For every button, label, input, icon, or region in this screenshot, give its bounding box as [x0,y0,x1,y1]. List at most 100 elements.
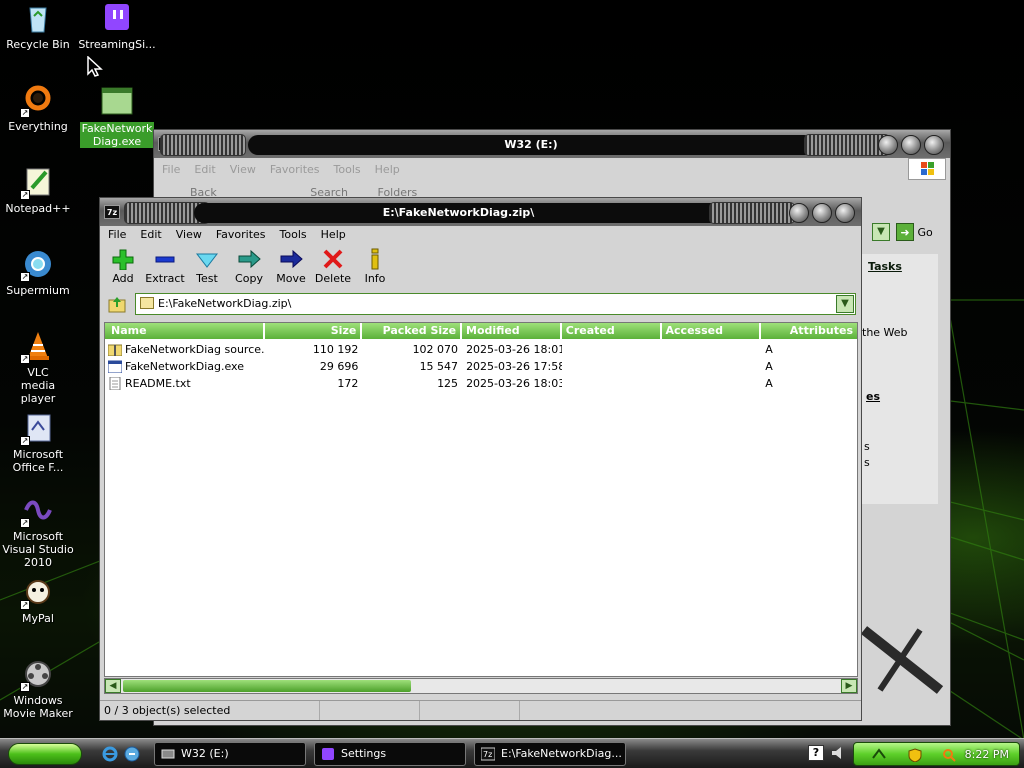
desktop-icon-vlc[interactable]: ↗ VLC media player [0,330,78,405]
sevenzip-titlebar[interactable]: 7z E:\FakeNetworkDiag.zip\ [100,198,861,226]
desktop-quicklaunch-icon[interactable] [124,746,140,762]
taskbar-button-7zip[interactable]: 7z E:\FakeNetworkDiag... [474,742,626,766]
clock[interactable]: 8:22 PM [965,743,1009,767]
table-row[interactable]: FakeNetworkDiag source.zip 110 192 102 0… [105,341,857,358]
copy-button[interactable]: Copy [228,248,270,285]
close-button[interactable] [924,135,944,155]
svg-text:7z: 7z [483,750,492,759]
horizontal-scrollbar[interactable]: ◀ ▶ [104,678,858,694]
shortcut-arrow-icon: ↗ [20,436,30,446]
tray-network-icon[interactable] [872,748,886,762]
delete-button[interactable]: Delete [312,248,354,285]
menu-view[interactable]: View [228,161,258,179]
move-label: Move [276,272,306,285]
go-button[interactable]: ➜ Go [896,223,933,241]
close-button[interactable] [835,203,855,223]
tray-security-shield-icon[interactable] [908,748,922,763]
column-header-attributes[interactable]: Attributes [761,323,857,339]
scroll-thumb[interactable] [123,680,411,692]
column-header-packed-size[interactable]: Packed Size [362,323,463,339]
mouse-cursor-icon [86,55,104,81]
status-pane [420,701,520,720]
info-label: Info [364,272,386,285]
move-button[interactable]: Move [270,248,312,285]
add-button[interactable]: Add [102,248,144,285]
sevenzip-menubar: File Edit View Favorites Tools Help [100,226,861,244]
menu-tools[interactable]: Tools [332,161,363,179]
pane-item[interactable]: s [864,440,870,453]
extract-button[interactable]: Extract [144,248,186,285]
taskbar-button-w32[interactable]: W32 (E:) [154,742,306,766]
column-header-modified[interactable]: Modified [462,323,562,339]
desktop-icon-msoffice[interactable]: ↗ Microsoft Office F... [0,412,78,474]
test-label: Test [196,272,218,285]
desktop-icon-movie-maker[interactable]: ↗ Windows Movie Maker [0,658,78,720]
taskbar-button-label: Settings [341,747,387,760]
desktop-icon-mypal[interactable]: ↗ MyPal [0,576,78,625]
address-dropdown-button[interactable]: ▼ [836,295,854,313]
test-button[interactable]: Test [186,248,228,285]
desktop-icon-recycle-bin[interactable]: Recycle Bin [0,2,78,51]
start-button[interactable] [8,743,82,765]
scroll-left-button[interactable]: ◀ [105,679,121,693]
minimize-button[interactable] [878,135,898,155]
menu-view[interactable]: View [174,226,204,244]
volume-icon[interactable] [830,745,846,761]
taskbar-button-settings[interactable]: Settings [314,742,466,766]
up-folder-icon [108,297,126,313]
exe-window-icon [101,86,133,118]
menu-tools[interactable]: Tools [278,226,309,244]
address-dropdown-button[interactable]: ▼ [872,223,890,241]
scroll-right-button[interactable]: ▶ [841,679,857,693]
minimize-button[interactable] [789,203,809,223]
cell-attributes: A [765,343,773,356]
menu-edit[interactable]: Edit [138,226,163,244]
sevenzip-window[interactable]: 7z E:\FakeNetworkDiag.zip\ File Edit Vie… [99,197,862,721]
desktop-icon-visual-studio[interactable]: ↗ Microsoft Visual Studio 2010 [0,494,78,569]
up-folder-button[interactable] [107,295,129,313]
column-header-size[interactable]: Size [265,323,363,339]
places-heading[interactable]: es [866,390,880,403]
explorer-titlebar[interactable]: W W32 (E:) [154,130,950,158]
everything-search-icon: ↗ [20,84,54,118]
ie-quicklaunch-icon[interactable] [102,746,118,762]
menu-file[interactable]: File [106,226,128,244]
pane-item[interactable]: s [864,456,870,469]
taskbar-button-label: W32 (E:) [181,747,229,760]
maximize-button[interactable] [901,135,921,155]
file-list[interactable]: Name Size Packed Size Modified Created A… [104,322,858,677]
menu-edit[interactable]: Edit [192,161,217,179]
desktop-icon-streaming[interactable]: StreamingSi... [77,2,157,51]
desktop-icon-everything[interactable]: ↗ Everything [0,84,78,133]
column-header-name[interactable]: Name [105,323,265,339]
desktop-icon-supermium[interactable]: ↗ Supermium [0,248,78,297]
taskbar: W32 (E:) Settings 7z E:\FakeNetworkDiag.… [0,738,1024,768]
sevenzip-title: E:\FakeNetworkDiag.zip\ [194,203,723,223]
column-header-accessed[interactable]: Accessed [662,323,762,339]
cell-modified: 2025-03-26 18:01 [466,343,562,356]
help-icon[interactable]: ? [808,745,824,761]
address-input[interactable]: E:\FakeNetworkDiag.zip\ ▼ [135,293,856,315]
notepadpp-icon: ↗ [20,166,54,200]
tasks-heading[interactable]: Tasks [868,260,902,273]
move-arrow-icon [279,248,303,270]
maximize-button[interactable] [812,203,832,223]
menu-file[interactable]: File [160,161,182,179]
menu-favorites[interactable]: Favorites [268,161,322,179]
extract-label: Extract [145,272,185,285]
table-row[interactable]: FakeNetworkDiag.exe 29 696 15 547 2025-0… [105,358,857,375]
desktop-icon-fakenetworkdiag[interactable]: FakeNetworkDiag.exe [77,86,157,148]
search-web-link[interactable]: the Web [862,326,908,339]
tray-search-icon[interactable] [942,748,956,762]
cell-name: FakeNetworkDiag source.zip [105,341,265,358]
info-button[interactable]: Info [354,248,396,285]
go-label: Go [917,226,933,239]
desktop-icon-notepadpp[interactable]: ↗ Notepad++ [0,166,78,215]
cell-name: FakeNetworkDiag.exe [105,358,265,375]
menu-favorites[interactable]: Favorites [214,226,268,244]
column-header-created[interactable]: Created [562,323,662,339]
shortcut-arrow-icon: ↗ [20,108,30,118]
table-row[interactable]: README.txt 172 125 2025-03-26 18:03 A [105,375,857,392]
menu-help[interactable]: Help [373,161,402,179]
menu-help[interactable]: Help [319,226,348,244]
